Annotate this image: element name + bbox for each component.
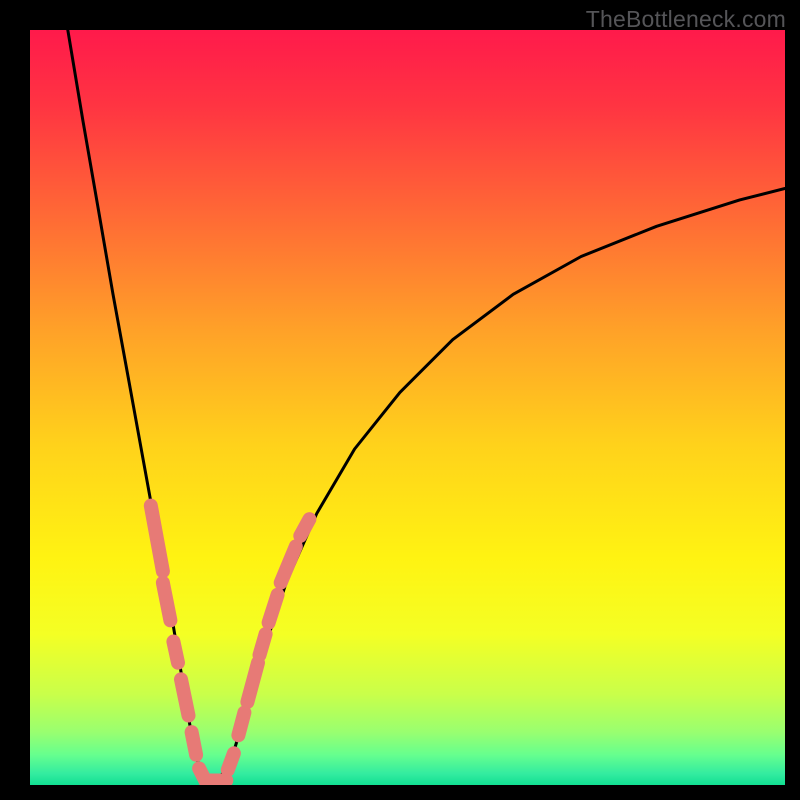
bottleneck-curve [30,30,785,785]
plot-area [30,30,785,785]
chart-frame: TheBottleneck.com [0,0,800,800]
watermark-text: TheBottleneck.com [586,6,786,33]
